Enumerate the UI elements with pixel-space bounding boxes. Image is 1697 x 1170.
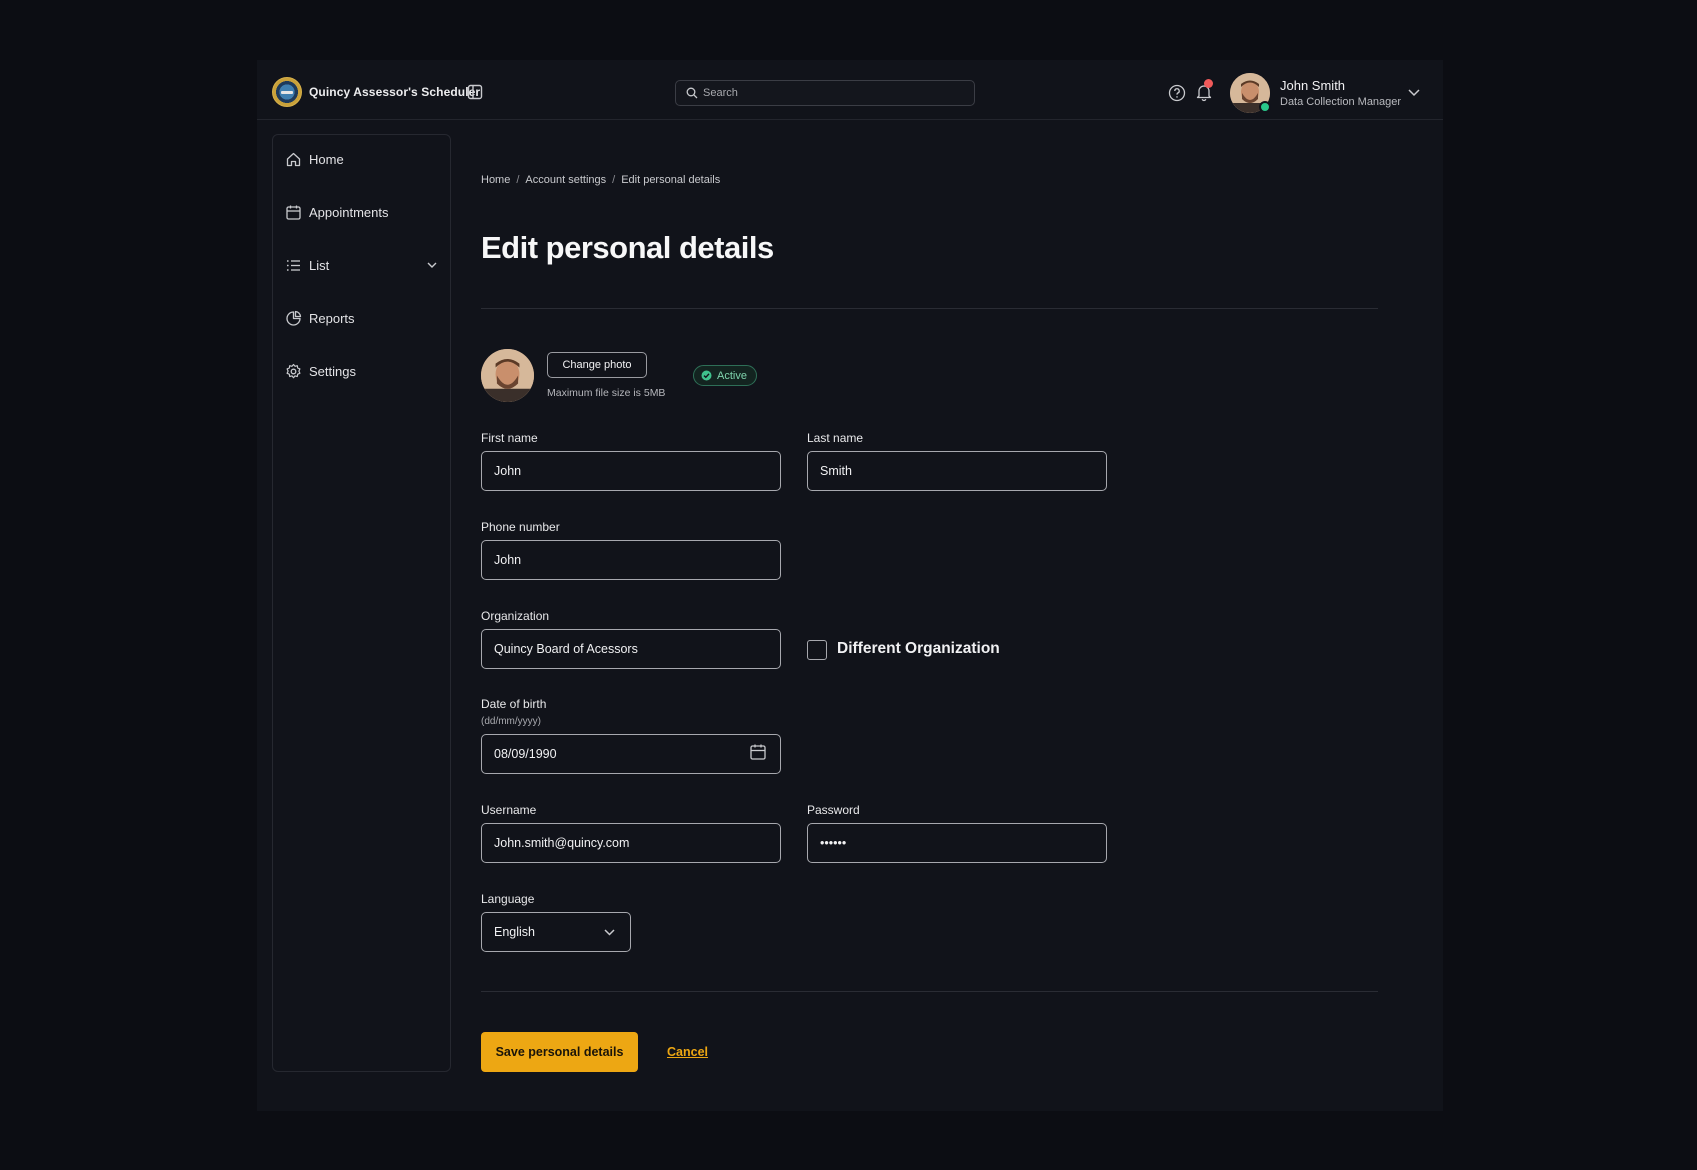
sidebar-item-label: Settings: [309, 363, 356, 379]
app-title: Quincy Assessor's Scheduler: [309, 85, 481, 99]
date-of-birth-input[interactable]: [481, 734, 781, 774]
password-input[interactable]: [807, 823, 1107, 863]
different-organization-checkbox[interactable]: [807, 640, 827, 660]
sidebar-item-label: Appointments: [309, 204, 389, 220]
page-title: Edit personal details: [481, 230, 774, 265]
calendar-icon: [286, 205, 301, 220]
status-badge: Active: [693, 365, 757, 386]
check-circle-icon: [701, 370, 712, 381]
last-name-label: Last name: [807, 431, 864, 445]
different-organization-label[interactable]: Different Organization: [837, 640, 1000, 658]
chevron-down-icon[interactable]: [1407, 88, 1421, 98]
status-text: Active: [717, 369, 747, 382]
sidebar-item-list[interactable]: List: [273, 248, 450, 282]
breadcrumb-separator: /: [516, 174, 520, 186]
divider: [481, 991, 1378, 992]
breadcrumb-current: Edit personal details: [621, 174, 721, 186]
notification-dot: [1204, 79, 1213, 88]
sidebar-item-home[interactable]: Home: [273, 142, 450, 176]
home-icon: [286, 152, 301, 166]
language-select[interactable]: English: [481, 912, 631, 952]
breadcrumb: Home / Account settings / Edit personal …: [481, 174, 720, 186]
change-photo-button[interactable]: Change photo: [547, 352, 647, 378]
breadcrumb-account-settings[interactable]: Account settings: [525, 174, 606, 186]
last-name-input[interactable]: [807, 451, 1107, 491]
list-icon: [286, 259, 300, 271]
search-input[interactable]: [703, 87, 953, 99]
divider: [481, 308, 1378, 309]
date-format-hint: (dd/mm/yyyy): [481, 716, 541, 727]
organization-input[interactable]: [481, 629, 781, 669]
sidebar-item-label: Reports: [309, 310, 355, 326]
breadcrumb-home[interactable]: Home: [481, 174, 510, 186]
language-selected-value: English: [494, 925, 535, 939]
sidebar-item-label: Home: [309, 151, 344, 167]
sidebar-item-label: List: [309, 257, 330, 273]
sidebar: Home Appointments List Reports Settings: [272, 134, 451, 1072]
breadcrumb-separator: /: [612, 174, 616, 186]
search-box[interactable]: [675, 80, 975, 106]
pie-chart-icon: [286, 310, 302, 326]
gear-icon: [286, 363, 301, 378]
password-label: Password: [807, 803, 860, 817]
chevron-down-icon[interactable]: [426, 260, 438, 270]
app-window: Quincy Assessor's Scheduler Search John …: [257, 60, 1443, 1111]
sidebar-item-settings[interactable]: Settings: [273, 354, 450, 388]
language-label: Language: [481, 892, 535, 906]
file-size-hint: Maximum file size is 5MB: [547, 387, 666, 399]
save-personal-details-button[interactable]: Save personal details: [481, 1032, 638, 1072]
search-icon: [686, 87, 698, 99]
city-seal-logo[interactable]: [272, 77, 302, 107]
sidebar-item-reports[interactable]: Reports: [273, 301, 450, 335]
sidebar-toggle-icon[interactable]: [467, 84, 483, 100]
chevron-down-icon: [604, 929, 615, 936]
top-header: Quincy Assessor's Scheduler Search John …: [257, 60, 1443, 120]
profile-photo: [481, 349, 534, 402]
cancel-link[interactable]: Cancel: [667, 1045, 708, 1059]
username-label: Username: [481, 803, 537, 817]
user-name: John Smith: [1280, 78, 1346, 93]
profile-photo-image: [481, 349, 534, 402]
calendar-icon[interactable]: [749, 743, 767, 761]
sidebar-item-appointments[interactable]: Appointments: [273, 195, 450, 229]
date-of-birth-label: Date of birth: [481, 697, 547, 711]
phone-number-label: Phone number: [481, 520, 560, 534]
username-input[interactable]: [481, 823, 781, 863]
first-name-input[interactable]: [481, 451, 781, 491]
phone-number-input[interactable]: [481, 540, 781, 580]
organization-label: Organization: [481, 609, 550, 623]
user-role: Data Collection Manager: [1280, 96, 1402, 108]
online-status-dot: [1259, 101, 1271, 113]
first-name-label: First name: [481, 431, 538, 445]
help-icon[interactable]: [1168, 84, 1186, 102]
